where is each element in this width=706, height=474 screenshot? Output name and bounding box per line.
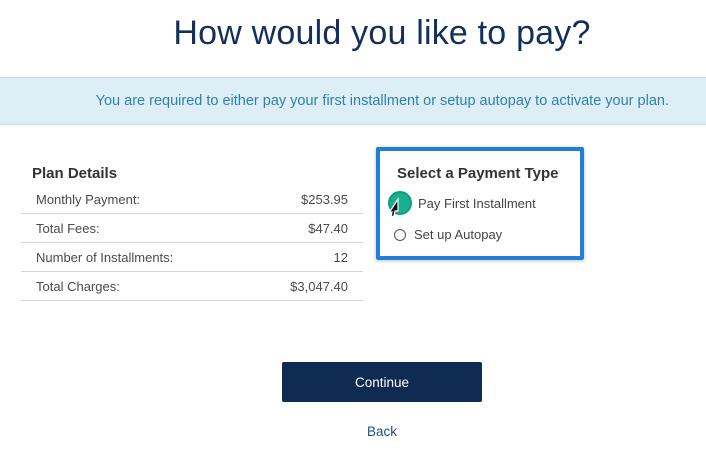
plan-row-total-charges: Total Charges: $3,047.40	[21, 272, 363, 301]
payment-type-title: Select a Payment Type	[397, 165, 559, 182]
plan-row-value: $253.95	[301, 191, 348, 207]
plan-details-title: Plan Details	[32, 165, 118, 182]
radio-label: Pay First Installment	[418, 195, 536, 211]
mouse-cursor-icon	[387, 196, 399, 218]
plan-row-label: Monthly Payment:	[36, 191, 141, 207]
plan-row-label: Total Fees:	[36, 220, 100, 236]
page-title: How would you like to pay?	[173, 14, 591, 52]
plan-row-label: Total Charges:	[36, 278, 120, 294]
radio-unselected-icon[interactable]	[394, 228, 406, 241]
notice-text: You are required to either pay your firs…	[95, 93, 669, 109]
plan-row-label: Number of Installments:	[36, 249, 174, 265]
plan-row-value: $47.40	[308, 220, 348, 236]
back-link[interactable]: Back	[282, 424, 482, 439]
plan-row-total-fees: Total Fees: $47.40	[21, 214, 363, 243]
payment-option-pay-first-installment[interactable]: Pay First Installment	[388, 191, 536, 215]
radio-label: Set up Autopay	[414, 227, 503, 242]
payment-type-selector: Select a Payment Type Pay First Installm…	[376, 147, 584, 260]
plan-row-value: $3,047.40	[290, 278, 348, 294]
plan-details: Plan Details Monthly Payment: $253.95 To…	[21, 163, 363, 301]
payment-option-set-up-autopay[interactable]: Set up Autopay	[394, 227, 502, 242]
continue-button[interactable]: Continue	[282, 362, 482, 402]
plan-row-monthly-payment: Monthly Payment: $253.95	[21, 185, 363, 214]
plan-row-value: 12	[333, 249, 348, 265]
activation-notice-banner: You are required to either pay your firs…	[0, 77, 706, 125]
plan-row-number-of-installments: Number of Installments: 12	[21, 243, 363, 272]
